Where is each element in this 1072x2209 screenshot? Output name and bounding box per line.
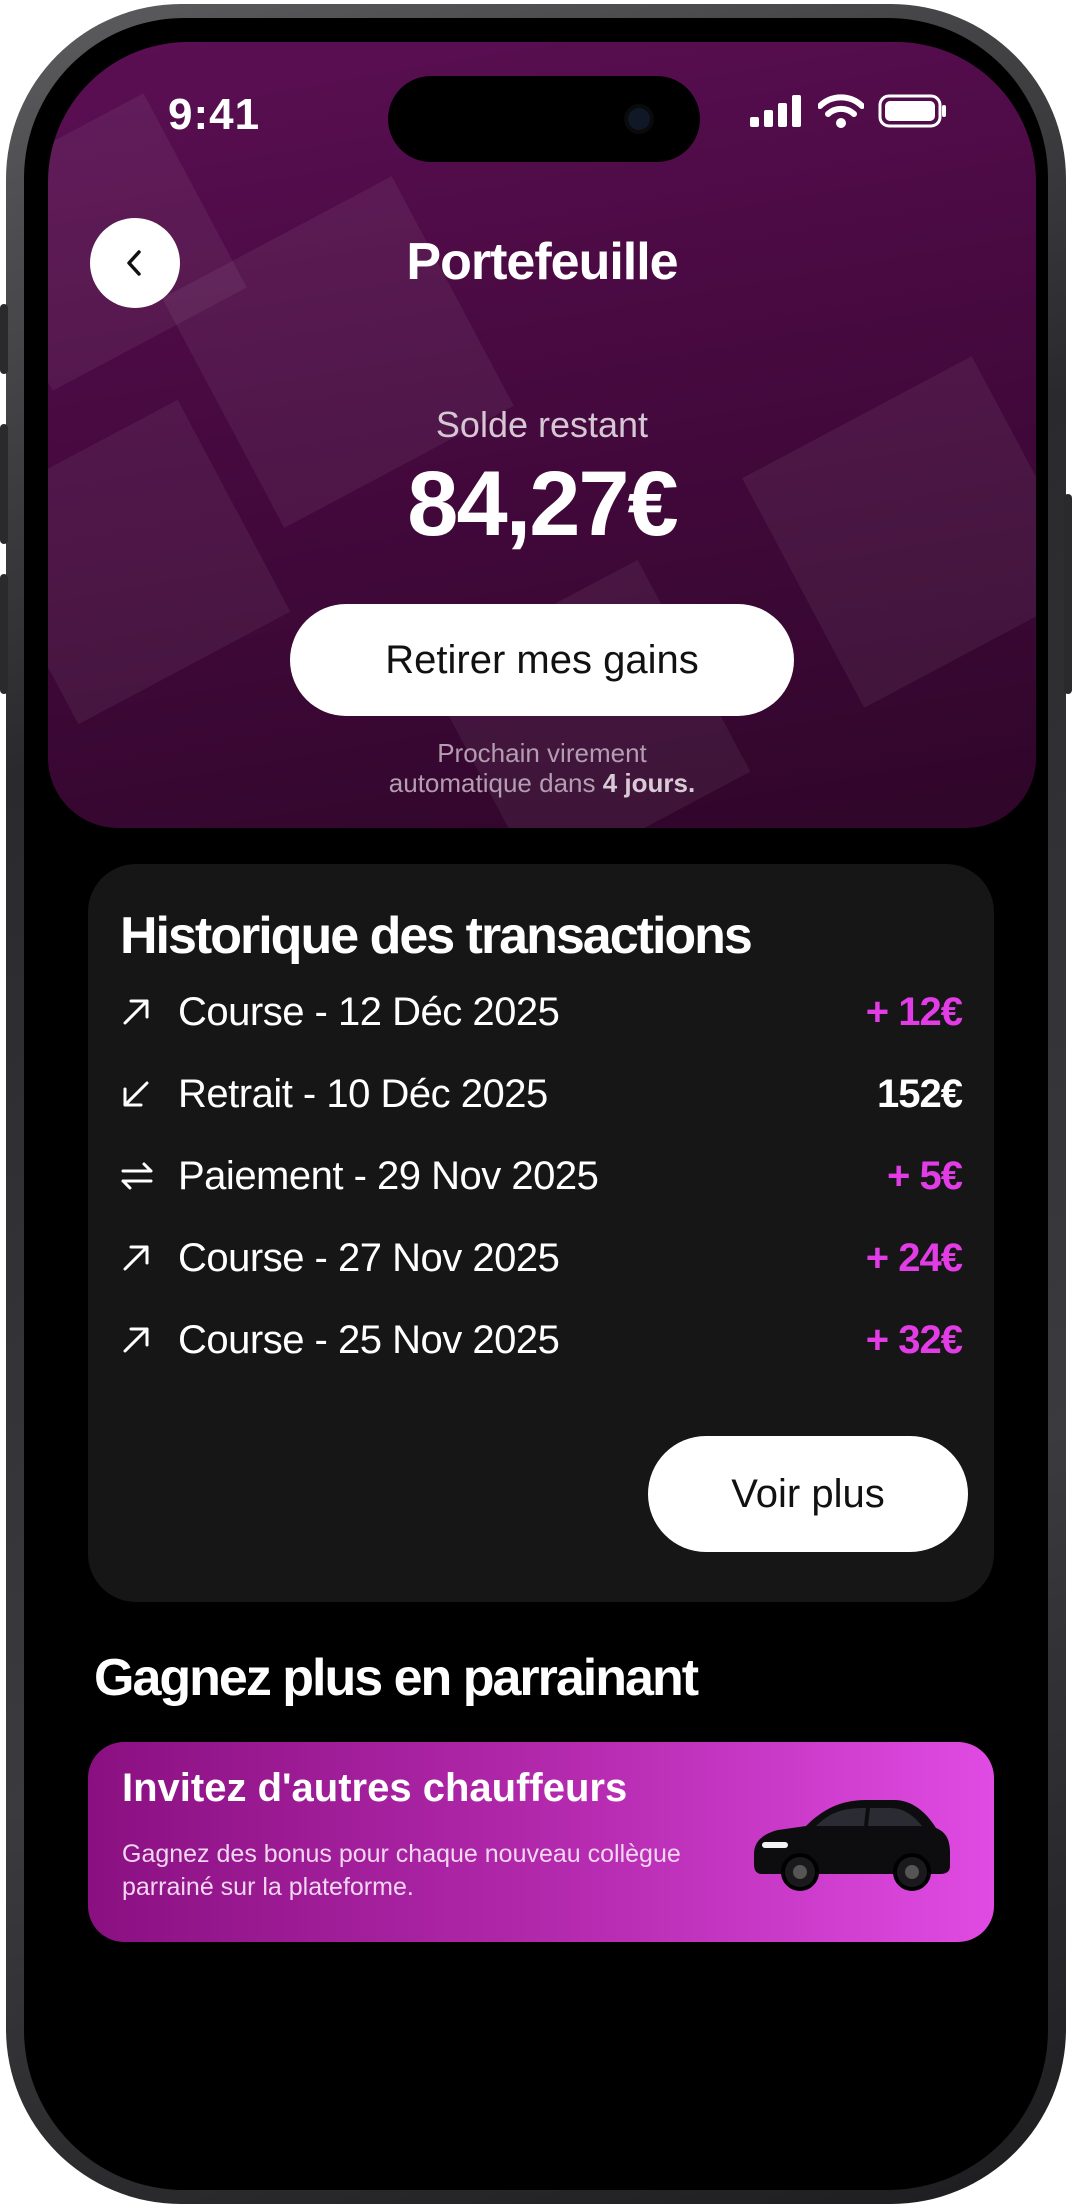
status-time: 9:41 bbox=[168, 90, 261, 139]
wifi-icon bbox=[818, 94, 864, 128]
see-more-button[interactable]: Voir plus bbox=[648, 1436, 968, 1552]
transaction-amount: 152€ bbox=[877, 1071, 963, 1116]
transaction-amount: + 32€ bbox=[865, 1317, 963, 1362]
balance-label: Solde restant bbox=[435, 404, 649, 445]
transaction-row[interactable]: Course - 25 Nov 2025 + 32€ bbox=[120, 1310, 963, 1370]
signal-icon bbox=[750, 95, 801, 127]
camera-icon bbox=[628, 108, 650, 130]
transaction-row[interactable]: Retrait - 10 Déc 2025 152€ bbox=[120, 1064, 963, 1124]
transaction-amount: + 5€ bbox=[887, 1153, 963, 1198]
transaction-history-card: Historique des transactions Course - 12 … bbox=[88, 864, 994, 1602]
next-transfer-line2: automatique dans 4 jours. bbox=[48, 768, 1036, 798]
page-title: Portefeuille bbox=[406, 233, 678, 291]
status-bar: 9:41 bbox=[48, 42, 1036, 162]
transaction-label: Course - 25 Nov 2025 bbox=[178, 1317, 560, 1362]
screen: 9:41 Portefeuille Solde restant 84,27€ R… bbox=[48, 42, 1036, 2176]
transaction-row[interactable]: Course - 27 Nov 2025 + 24€ bbox=[120, 1228, 963, 1288]
transaction-amount: + 12€ bbox=[865, 989, 963, 1034]
arrow-up-right-icon bbox=[120, 996, 164, 1028]
phone-frame: 9:41 Portefeuille Solde restant 84,27€ R… bbox=[0, 4, 1072, 2204]
transaction-row[interactable]: Course - 12 Déc 2025 + 12€ bbox=[120, 982, 963, 1042]
transaction-row[interactable]: Paiement - 29 Nov 2025 + 5€ bbox=[120, 1146, 963, 1206]
volume-down-button bbox=[0, 574, 8, 694]
transaction-label: Course - 27 Nov 2025 bbox=[178, 1235, 560, 1280]
volume-up-button bbox=[0, 424, 8, 544]
status-icons bbox=[750, 94, 948, 128]
wallet-header: 9:41 Portefeuille Solde restant 84,27€ R… bbox=[48, 42, 1036, 828]
next-transfer-text: automatique dans bbox=[388, 768, 596, 798]
power-button bbox=[1064, 494, 1072, 694]
transaction-label: Course - 12 Déc 2025 bbox=[178, 989, 560, 1034]
arrow-up-right-icon bbox=[120, 1242, 164, 1274]
next-transfer-info: Prochain virement automatique dans 4 jou… bbox=[48, 738, 1036, 798]
action-button bbox=[0, 304, 8, 374]
history-title: Historique des transactions bbox=[120, 907, 753, 965]
next-transfer-line1: Prochain virement bbox=[437, 738, 647, 768]
arrow-down-left-icon bbox=[120, 1078, 164, 1110]
dynamic-island bbox=[388, 76, 700, 162]
battery-icon bbox=[878, 94, 946, 128]
transaction-label: Paiement - 29 Nov 2025 bbox=[178, 1153, 599, 1198]
car-icon bbox=[754, 1800, 950, 1891]
withdraw-button[interactable]: Retirer mes gains bbox=[290, 604, 794, 716]
arrow-up-right-icon bbox=[120, 1324, 164, 1356]
next-transfer-days: 4 jours. bbox=[602, 768, 696, 798]
balance-amount: 84,27€ bbox=[407, 453, 678, 555]
transaction-amount: + 24€ bbox=[865, 1235, 963, 1280]
referral-card[interactable]: Invitez d'autres chauffeurs Gagnez des b… bbox=[88, 1742, 994, 1942]
transaction-label: Retrait - 10 Déc 2025 bbox=[178, 1071, 548, 1116]
referral-card-title: Invitez d'autres chauffeurs bbox=[122, 1766, 628, 1810]
referral-section-title: Gagnez plus en parrainant bbox=[94, 1649, 699, 1707]
swap-icon bbox=[120, 1160, 164, 1192]
referral-card-text: Gagnez des bonus pour chaque nouveau col… bbox=[122, 1840, 681, 1901]
